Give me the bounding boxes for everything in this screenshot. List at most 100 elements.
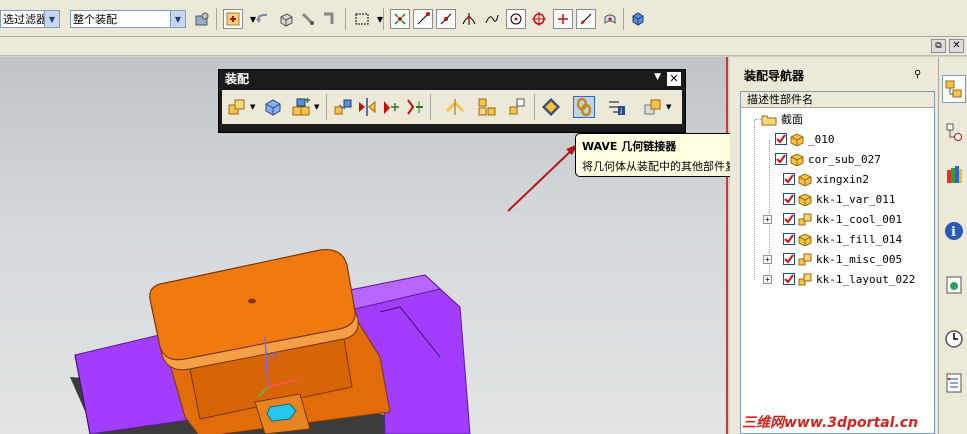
tree-row-part[interactable]: cor_sub_027 <box>775 149 881 169</box>
part-icon <box>798 232 812 246</box>
svg-text:ZC: ZC <box>270 351 280 359</box>
toolbar-separator <box>623 8 624 30</box>
tree-row-part[interactable]: _010 <box>775 129 835 149</box>
chevron-down-icon: ▼ <box>44 11 59 27</box>
assembly-scope-dropdown[interactable]: 整个装配 ▼ <box>70 10 186 28</box>
tree-row-part[interactable]: kk-1_var_011 <box>783 189 895 209</box>
tree-row-part[interactable]: xingxin2 <box>783 169 869 189</box>
point-on-face-icon[interactable] <box>600 9 620 29</box>
tree-row-assembly[interactable]: + kk-1_cool_001 <box>763 209 902 229</box>
visibility-checkbox[interactable] <box>783 233 795 245</box>
tree-row-part[interactable]: kk-1_fill_014 <box>783 229 902 249</box>
reference-set-icon[interactable] <box>642 96 664 118</box>
secondary-toolbar-strip: ⧉ ✕ <box>0 37 967 56</box>
mate-component-icon[interactable] <box>404 96 426 118</box>
point-on-curve-icon[interactable] <box>576 9 596 29</box>
folder-icon <box>761 115 777 125</box>
existing-point-icon[interactable] <box>553 9 573 29</box>
toolbar-separator <box>345 8 346 30</box>
quadrant-point-icon[interactable] <box>529 9 549 29</box>
toolbar-separator <box>430 94 431 120</box>
tree-row-section[interactable]: 截面 <box>745 109 803 129</box>
assembly-scope-value: 整个装配 <box>73 13 117 26</box>
cube-icon[interactable] <box>628 9 648 29</box>
chevron-down-icon[interactable]: ▼ <box>314 103 319 111</box>
assembly-icon <box>798 253 812 265</box>
rect-select-icon[interactable] <box>352 9 372 29</box>
navigator-tree[interactable]: 描述性部件名 截面 _010 cor_sub_027 xingxin2 kk-1… <box>740 91 935 434</box>
visibility-checkbox[interactable] <box>783 193 795 205</box>
undo-icon[interactable] <box>252 9 272 29</box>
close-icon[interactable]: ✕ <box>949 39 964 53</box>
snap-point-icon[interactable] <box>298 9 318 29</box>
roles-icon[interactable] <box>942 369 966 397</box>
expand-icon[interactable]: + <box>763 254 772 264</box>
select-all-icon[interactable] <box>223 9 243 29</box>
tree-row-label: kk-1_cool_001 <box>816 212 903 226</box>
expand-icon[interactable]: + <box>763 274 772 284</box>
assembly-toolbar-title: 装配 <box>225 72 250 86</box>
new-component-icon[interactable] <box>262 96 284 118</box>
explode-view-icon[interactable] <box>444 96 466 118</box>
sequence-icon[interactable] <box>506 96 528 118</box>
create-array-icon[interactable] <box>332 96 354 118</box>
filter-settings-icon[interactable] <box>192 9 212 29</box>
part-navigator-icon[interactable] <box>942 119 966 147</box>
web-browser-icon[interactable] <box>942 271 966 299</box>
tree-connector <box>755 119 763 120</box>
curve-point-icon[interactable] <box>482 9 502 29</box>
assembly-navigator: 装配导航器 ⚲ 描述性部件名 截面 _010 cor_sub_027 xingx… <box>730 57 938 434</box>
toolbar-separator <box>216 8 217 30</box>
assembly-toolbar[interactable]: 装配 ▼ ✕ ▼ ▼ i ▼ <box>218 69 686 133</box>
arc-center-icon[interactable] <box>506 9 526 29</box>
tree-row-label: kk-1_layout_022 <box>816 272 916 286</box>
point-snap-icon[interactable] <box>390 9 410 29</box>
visibility-checkbox[interactable] <box>775 153 787 165</box>
visibility-checkbox[interactable] <box>775 133 787 145</box>
tree-row-assembly[interactable]: + kk-1_layout_022 <box>763 269 915 289</box>
move-component-icon[interactable] <box>380 96 402 118</box>
visibility-checkbox[interactable] <box>783 173 795 185</box>
intersection-icon[interactable] <box>459 9 479 29</box>
tree-row-label: cor_sub_027 <box>808 152 881 166</box>
wave-geometry-linker-button[interactable] <box>573 96 595 118</box>
wave-geometry-linker-icon <box>576 97 592 117</box>
selection-filter-dropdown[interactable]: 选过滤器 ▼ <box>0 10 60 28</box>
midpoint-icon[interactable] <box>436 9 456 29</box>
visibility-checkbox[interactable] <box>783 213 795 225</box>
column-header[interactable]: 描述性部件名 <box>741 92 934 108</box>
assembly-navigator-icon[interactable] <box>942 75 966 103</box>
tree-row-label: kk-1_misc_005 <box>816 252 903 266</box>
main-toolbar: 选过滤器 ▼ 整个装配 ▼ ▼ ▼ <box>0 0 967 37</box>
wave-interpart-icon[interactable]: i <box>606 96 628 118</box>
chevron-down-icon[interactable]: ▼ <box>250 103 255 111</box>
explode-components-icon[interactable] <box>476 96 498 118</box>
visibility-checkbox[interactable] <box>783 253 795 265</box>
product-interface-icon[interactable] <box>540 96 562 118</box>
close-icon[interactable]: ✕ <box>667 72 681 86</box>
info-icon[interactable]: i <box>942 217 966 245</box>
palette-icon[interactable] <box>942 161 966 189</box>
endpoint-icon[interactable] <box>413 9 433 29</box>
expand-icon[interactable]: + <box>763 214 772 224</box>
mirror-assembly-icon[interactable] <box>356 96 378 118</box>
restore-icon[interactable]: ⧉ <box>931 39 946 53</box>
pin-icon[interactable]: ⚲ <box>914 69 921 80</box>
chevron-down-icon[interactable]: ▼ <box>370 9 390 29</box>
toolbar-separator <box>534 94 535 120</box>
chevron-down-icon[interactable]: ▼ <box>666 103 671 111</box>
part-icon <box>798 192 812 206</box>
new-parent-icon[interactable] <box>290 96 312 118</box>
snap-edge-icon[interactable] <box>320 9 340 29</box>
svg-text:i: i <box>951 225 956 240</box>
history-icon[interactable] <box>942 325 966 353</box>
tree-row-assembly[interactable]: + kk-1_misc_005 <box>763 249 902 269</box>
add-component-icon[interactable] <box>226 96 248 118</box>
assembly-icon <box>798 213 812 225</box>
assembly-icon <box>798 273 812 285</box>
tree-row-label: kk-1_var_011 <box>816 192 896 206</box>
visibility-checkbox[interactable] <box>783 273 795 285</box>
toolbar-menu-icon[interactable]: ▼ <box>654 72 661 82</box>
tree-row-label: kk-1_fill_014 <box>816 232 903 246</box>
view-orient-icon[interactable] <box>276 9 296 29</box>
